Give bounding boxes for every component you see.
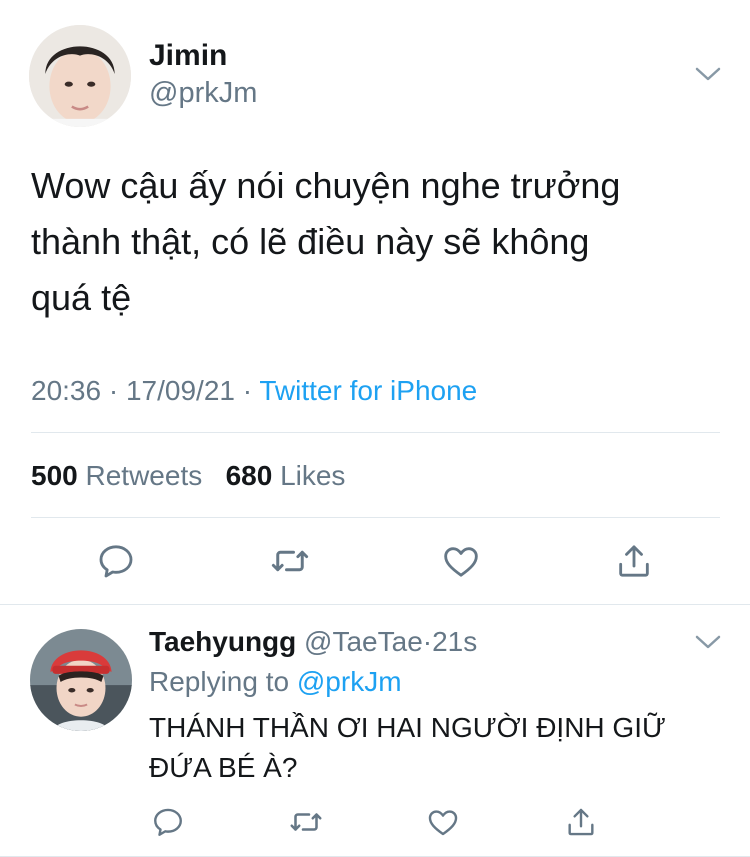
chevron-down-icon[interactable] bbox=[694, 634, 722, 650]
tweet-text-line: quá tệ bbox=[31, 277, 132, 318]
replying-to: Replying to @prkJm bbox=[149, 666, 402, 698]
reply-icon bbox=[99, 545, 133, 578]
replying-to-label: Replying to bbox=[149, 666, 290, 697]
retweet-button[interactable] bbox=[266, 537, 314, 585]
section-divider bbox=[0, 604, 750, 605]
retweet-icon bbox=[271, 550, 309, 572]
reply-icon bbox=[154, 808, 182, 836]
tweet-text-line: thành thật, có lẽ điều này sẽ không bbox=[31, 221, 590, 262]
replying-to-mention[interactable]: @prkJm bbox=[297, 666, 402, 697]
share-button[interactable] bbox=[610, 537, 658, 585]
reply-display-name[interactable]: Taehyungg bbox=[149, 626, 296, 657]
tweet-text: Wow cậu ấy nói chuyện nghe trưởng thành … bbox=[31, 158, 731, 326]
tweet-source-link[interactable]: Twitter for iPhone bbox=[259, 375, 477, 406]
divider bbox=[31, 432, 720, 433]
retweet-count: 500 bbox=[31, 460, 78, 491]
likes-link[interactable]: 680 Likes bbox=[226, 460, 346, 491]
tweet-date[interactable]: 17/09/21 bbox=[126, 375, 235, 406]
retweet-label: Retweets bbox=[85, 460, 203, 491]
retweet-icon bbox=[290, 813, 322, 831]
engagement-stats: 500 Retweets 680 Likes bbox=[31, 460, 345, 492]
reply-text-line: THÁNH THẦN ƠI HAI NGƯỜI ĐỊNH GIỮ bbox=[149, 712, 666, 743]
heart-icon bbox=[428, 810, 458, 836]
like-count: 680 bbox=[225, 460, 273, 491]
reply-text-line: ĐỨA BÉ À? bbox=[149, 752, 298, 783]
meta-separator: · bbox=[422, 626, 433, 657]
share-button[interactable] bbox=[561, 802, 601, 842]
heart-icon bbox=[444, 547, 478, 577]
tweet-meta: 20:36 · 17/09/21 · Twitter for iPhone bbox=[31, 375, 477, 407]
reply-avatar[interactable] bbox=[30, 629, 132, 731]
reply-button[interactable] bbox=[92, 537, 140, 585]
chevron-down-icon[interactable] bbox=[694, 66, 722, 82]
meta-separator: · bbox=[108, 375, 119, 406]
reply-button[interactable] bbox=[148, 802, 188, 842]
retweets-link[interactable]: 500 Retweets bbox=[31, 460, 210, 491]
share-icon bbox=[568, 808, 594, 836]
retweet-button[interactable] bbox=[286, 802, 326, 842]
share-icon bbox=[619, 545, 649, 577]
meta-separator: · bbox=[242, 375, 253, 406]
like-label: Likes bbox=[280, 460, 346, 491]
reply-header: Taehyungg @TaeTae·21s bbox=[149, 626, 477, 658]
divider bbox=[31, 517, 720, 518]
reply-user-handle[interactable]: @TaeTae bbox=[304, 626, 423, 657]
reply-timestamp[interactable]: 21s bbox=[432, 626, 477, 657]
like-button[interactable] bbox=[423, 802, 463, 842]
tweet-text-line: Wow cậu ấy nói chuyện nghe trưởng bbox=[31, 165, 621, 206]
tweet-time[interactable]: 20:36 bbox=[31, 375, 101, 406]
user-handle[interactable]: @prkJm bbox=[149, 77, 257, 110]
reply-text: THÁNH THẦN ƠI HAI NGƯỜI ĐỊNH GIỮ ĐỨA BÉ … bbox=[149, 708, 729, 788]
like-button[interactable] bbox=[437, 537, 485, 585]
display-name[interactable]: Jimin bbox=[149, 39, 227, 73]
avatar[interactable] bbox=[29, 25, 131, 127]
